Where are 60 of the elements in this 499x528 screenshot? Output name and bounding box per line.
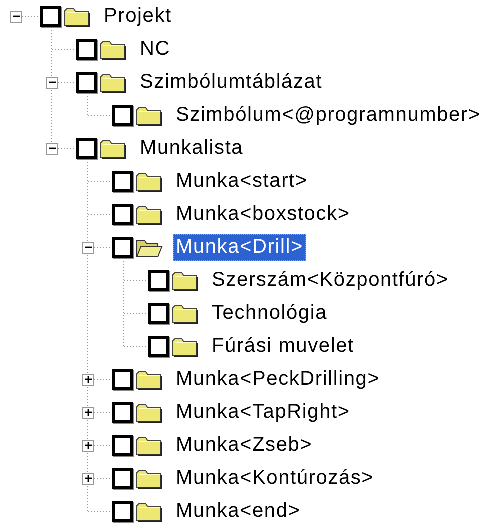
folder-icon xyxy=(136,502,163,522)
tree-item[interactable]: Szerszám<Központfúró> xyxy=(209,267,452,294)
checkbox[interactable] xyxy=(112,501,133,522)
checkbox[interactable] xyxy=(112,369,133,390)
checkbox[interactable] xyxy=(112,237,133,258)
checkbox[interactable] xyxy=(112,204,133,225)
checkbox[interactable] xyxy=(112,402,133,423)
collapse-toggle[interactable] xyxy=(10,10,22,22)
tree-item[interactable]: Technológia xyxy=(209,300,331,327)
folder-icon xyxy=(64,6,91,26)
folder-icon xyxy=(136,436,163,456)
expand-toggle[interactable] xyxy=(82,472,94,484)
expand-toggle[interactable] xyxy=(82,406,94,418)
checkbox[interactable] xyxy=(112,105,133,126)
tree-item[interactable]: Projekt xyxy=(101,3,175,30)
tree-item[interactable]: Fúrási muvelet xyxy=(209,333,358,360)
plus-icon xyxy=(84,375,92,384)
folder-icon xyxy=(136,370,163,390)
tree-item[interactable]: Szimbólum<@programnumber> xyxy=(173,102,484,129)
expand-toggle[interactable] xyxy=(82,440,94,452)
collapse-toggle[interactable] xyxy=(46,76,58,88)
open-folder-icon xyxy=(136,238,163,258)
checkbox[interactable] xyxy=(148,336,169,357)
tree-item[interactable]: Munka<Drill> xyxy=(173,234,306,261)
checkbox[interactable] xyxy=(40,6,61,27)
tree-item[interactable]: Munka<Kontúrozás> xyxy=(173,465,378,492)
checkbox[interactable] xyxy=(76,72,97,93)
folder-icon xyxy=(100,138,127,158)
tree-item[interactable]: Szimbólumtáblázat xyxy=(137,69,326,96)
collapse-toggle[interactable] xyxy=(82,242,94,254)
expand-toggle[interactable] xyxy=(82,374,94,386)
folder-icon xyxy=(136,204,163,224)
folder-icon xyxy=(136,172,163,192)
checkbox[interactable] xyxy=(76,138,97,159)
checkbox[interactable] xyxy=(112,435,133,456)
folder-icon xyxy=(172,270,199,290)
folder-icon xyxy=(136,402,163,422)
checkbox[interactable] xyxy=(148,270,169,291)
tree-item[interactable]: Munka<start> xyxy=(173,168,311,195)
tree-item[interactable]: Munka<PeckDrilling> xyxy=(173,366,384,393)
tree-item[interactable]: Munka<Zseb> xyxy=(173,432,316,459)
tree-item[interactable]: Munkalista xyxy=(137,135,247,162)
checkbox[interactable] xyxy=(76,39,97,60)
folder-icon xyxy=(136,106,163,126)
plus-icon xyxy=(84,408,92,417)
plus-icon xyxy=(84,474,92,483)
checkbox[interactable] xyxy=(112,468,133,489)
collapse-toggle[interactable] xyxy=(46,142,58,154)
checkbox[interactable] xyxy=(148,303,169,324)
folder-icon xyxy=(100,72,127,92)
tree-item[interactable]: Munka<end> xyxy=(173,498,304,525)
tree-item[interactable]: NC xyxy=(137,36,174,63)
tree-item[interactable]: Munka<TapRight> xyxy=(173,399,354,426)
tree-item[interactable]: Munka<boxstock> xyxy=(173,201,354,228)
folder-icon xyxy=(136,468,163,488)
folder-icon xyxy=(172,304,199,324)
folder-icon xyxy=(172,336,199,356)
checkbox[interactable] xyxy=(112,171,133,192)
folder-icon xyxy=(100,40,127,60)
plus-icon xyxy=(84,441,92,450)
